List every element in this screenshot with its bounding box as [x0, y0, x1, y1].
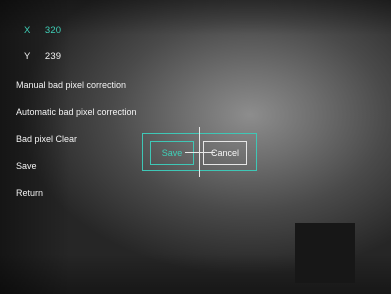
x-coordinate-label: X [24, 25, 31, 36]
menu-item-bad-pixel-clear[interactable]: Bad pixel Clear [16, 134, 77, 144]
menu-item-save[interactable]: Save [16, 161, 37, 171]
crosshair-horizontal-line [185, 152, 215, 153]
y-coordinate-readout: Y 239 [24, 51, 61, 62]
cancel-button[interactable]: Cancel [203, 141, 247, 165]
thermal-image-view: X 320 Y 239 Manual bad pixel correction … [0, 0, 391, 294]
x-coordinate-value: 320 [44, 25, 62, 36]
y-coordinate-label: Y [24, 51, 31, 62]
menu-item-manual-bad-pixel-correction[interactable]: Manual bad pixel correction [16, 80, 126, 90]
y-coordinate-value: 239 [44, 51, 62, 62]
menu-item-automatic-bad-pixel-correction[interactable]: Automatic bad pixel correction [16, 107, 137, 117]
x-coordinate-readout: X 320 [24, 25, 61, 36]
zoom-preview-box [295, 223, 355, 283]
save-button[interactable]: Save [150, 141, 194, 165]
menu-item-return[interactable]: Return [16, 188, 43, 198]
